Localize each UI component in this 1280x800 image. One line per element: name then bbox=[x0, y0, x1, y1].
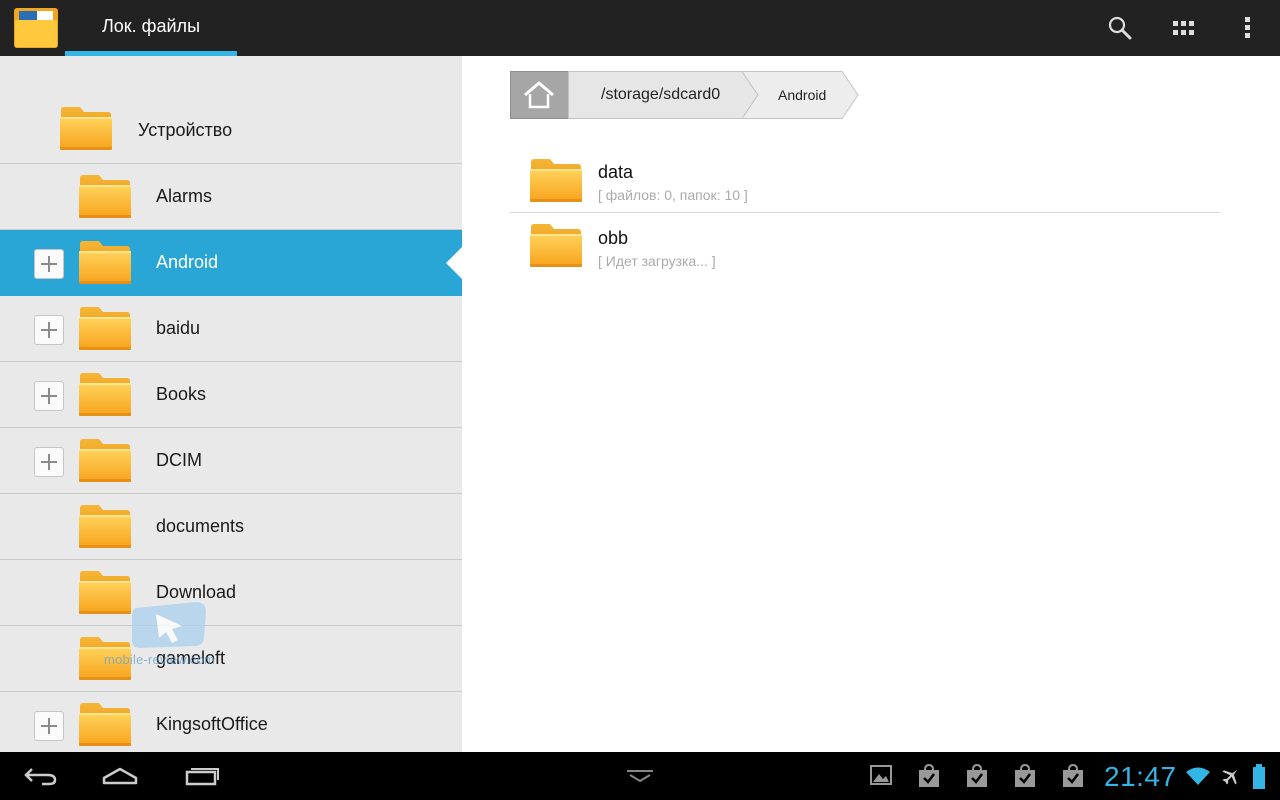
recent-apps-icon bbox=[185, 768, 219, 786]
system-bar: 21:47 bbox=[0, 752, 1280, 800]
home-nav-button[interactable] bbox=[100, 752, 140, 800]
breadcrumb-item-storage[interactable]: /storage/sdcard0 bbox=[601, 86, 720, 104]
store-notification-icon[interactable] bbox=[1062, 764, 1084, 788]
file-name: data bbox=[598, 162, 634, 182]
tree-item-label: Books bbox=[156, 384, 207, 404]
tree-item-gameloft[interactable]: gameloft bbox=[0, 626, 462, 692]
tree-item-label: KingsoftOffice bbox=[156, 714, 268, 734]
file-name: obb bbox=[598, 228, 629, 248]
expand-button[interactable] bbox=[34, 249, 64, 279]
home-nav-icon bbox=[102, 767, 138, 785]
tab-local-files[interactable]: Лок. файлы bbox=[65, 0, 237, 56]
grid-view-icon bbox=[1173, 21, 1194, 35]
folder-icon bbox=[77, 436, 133, 484]
tree-item-books[interactable]: Books bbox=[0, 362, 462, 428]
back-icon bbox=[24, 768, 57, 786]
search-button[interactable] bbox=[1092, 0, 1148, 56]
gallery-notification-icon[interactable] bbox=[870, 764, 892, 786]
tree-item-alarms[interactable]: Alarms bbox=[0, 164, 462, 230]
store-notification-icon[interactable] bbox=[1014, 764, 1036, 788]
expand-button[interactable] bbox=[34, 447, 64, 477]
grid-view-button[interactable] bbox=[1156, 0, 1212, 56]
battery-icon bbox=[1253, 764, 1265, 789]
tree-item-dcim[interactable]: DCIM bbox=[0, 428, 462, 494]
folder-icon bbox=[77, 304, 133, 352]
tree-item-label: documents bbox=[156, 516, 245, 536]
folder-icon bbox=[77, 502, 133, 550]
recent-apps-button[interactable] bbox=[182, 752, 222, 800]
file-info: [ Идет загрузка... ] bbox=[598, 253, 716, 269]
search-icon bbox=[1108, 16, 1132, 40]
tree-item-label: Alarms bbox=[156, 186, 213, 206]
expand-button[interactable] bbox=[34, 711, 64, 741]
overflow-menu-icon bbox=[1245, 17, 1250, 38]
store-notification-icon[interactable] bbox=[918, 764, 940, 788]
folder-icon bbox=[77, 172, 133, 220]
tree-item-label: baidu bbox=[156, 318, 201, 338]
file-manager-folder-icon[interactable] bbox=[13, 6, 59, 50]
chevron-down-icon bbox=[627, 770, 653, 783]
watermark: mobile-review.com bbox=[104, 600, 216, 672]
watermark-logo-icon bbox=[132, 602, 206, 648]
tree-item-android[interactable]: Android bbox=[0, 230, 462, 296]
breadcrumb-home-button[interactable] bbox=[510, 71, 568, 119]
folder-icon bbox=[528, 221, 584, 269]
folder-icon bbox=[58, 104, 114, 152]
tree-item-documents[interactable]: documents bbox=[0, 494, 462, 560]
hide-keyboard-button[interactable] bbox=[622, 752, 658, 800]
folder-icon bbox=[77, 238, 133, 286]
tree-item-download[interactable]: Download bbox=[0, 560, 462, 626]
file-info: [ файлов: 0, папок: 10 ] bbox=[598, 187, 748, 203]
breadcrumb: /storage/sdcard0 Android bbox=[510, 71, 870, 119]
tree-root-label: Устройство bbox=[138, 120, 233, 140]
folder-icon bbox=[528, 156, 584, 204]
wifi-icon bbox=[1186, 767, 1210, 785]
overflow-menu-button[interactable] bbox=[1220, 0, 1276, 56]
store-notification-icon[interactable] bbox=[966, 764, 988, 788]
folder-icon bbox=[77, 700, 133, 748]
tree-item-kingsoftoffice[interactable]: KingsoftOffice bbox=[0, 692, 462, 752]
tree-item-label: DCIM bbox=[156, 450, 202, 470]
breadcrumb-item-android[interactable]: Android bbox=[778, 87, 826, 103]
tab-label: Лок. файлы bbox=[101, 16, 200, 36]
file-item-data[interactable]: data [ файлов: 0, папок: 10 ] bbox=[510, 148, 1220, 213]
expand-button[interactable] bbox=[34, 315, 64, 345]
tree-item-label: Android bbox=[156, 252, 219, 272]
folder-tree-pane: Устройство Alarms Android baidu Books DC… bbox=[0, 56, 462, 752]
action-bar: Лок. файлы bbox=[0, 0, 1280, 56]
back-button[interactable] bbox=[20, 752, 60, 800]
tree-item-baidu[interactable]: baidu bbox=[0, 296, 462, 362]
expand-button[interactable] bbox=[34, 381, 64, 411]
folder-icon bbox=[77, 370, 133, 418]
watermark-text: mobile-review.com bbox=[104, 652, 216, 667]
file-item-obb[interactable]: obb [ Идет загрузка... ] bbox=[510, 214, 1220, 279]
selection-pointer bbox=[446, 247, 462, 279]
tree-root-device[interactable]: Устройство bbox=[0, 98, 462, 164]
airplane-mode-icon bbox=[1222, 769, 1238, 785]
file-list-pane: /storage/sdcard0 Android data [ файлов: … bbox=[462, 56, 1280, 752]
home-icon bbox=[524, 81, 554, 109]
status-clock[interactable]: 21:47 bbox=[1104, 761, 1177, 793]
